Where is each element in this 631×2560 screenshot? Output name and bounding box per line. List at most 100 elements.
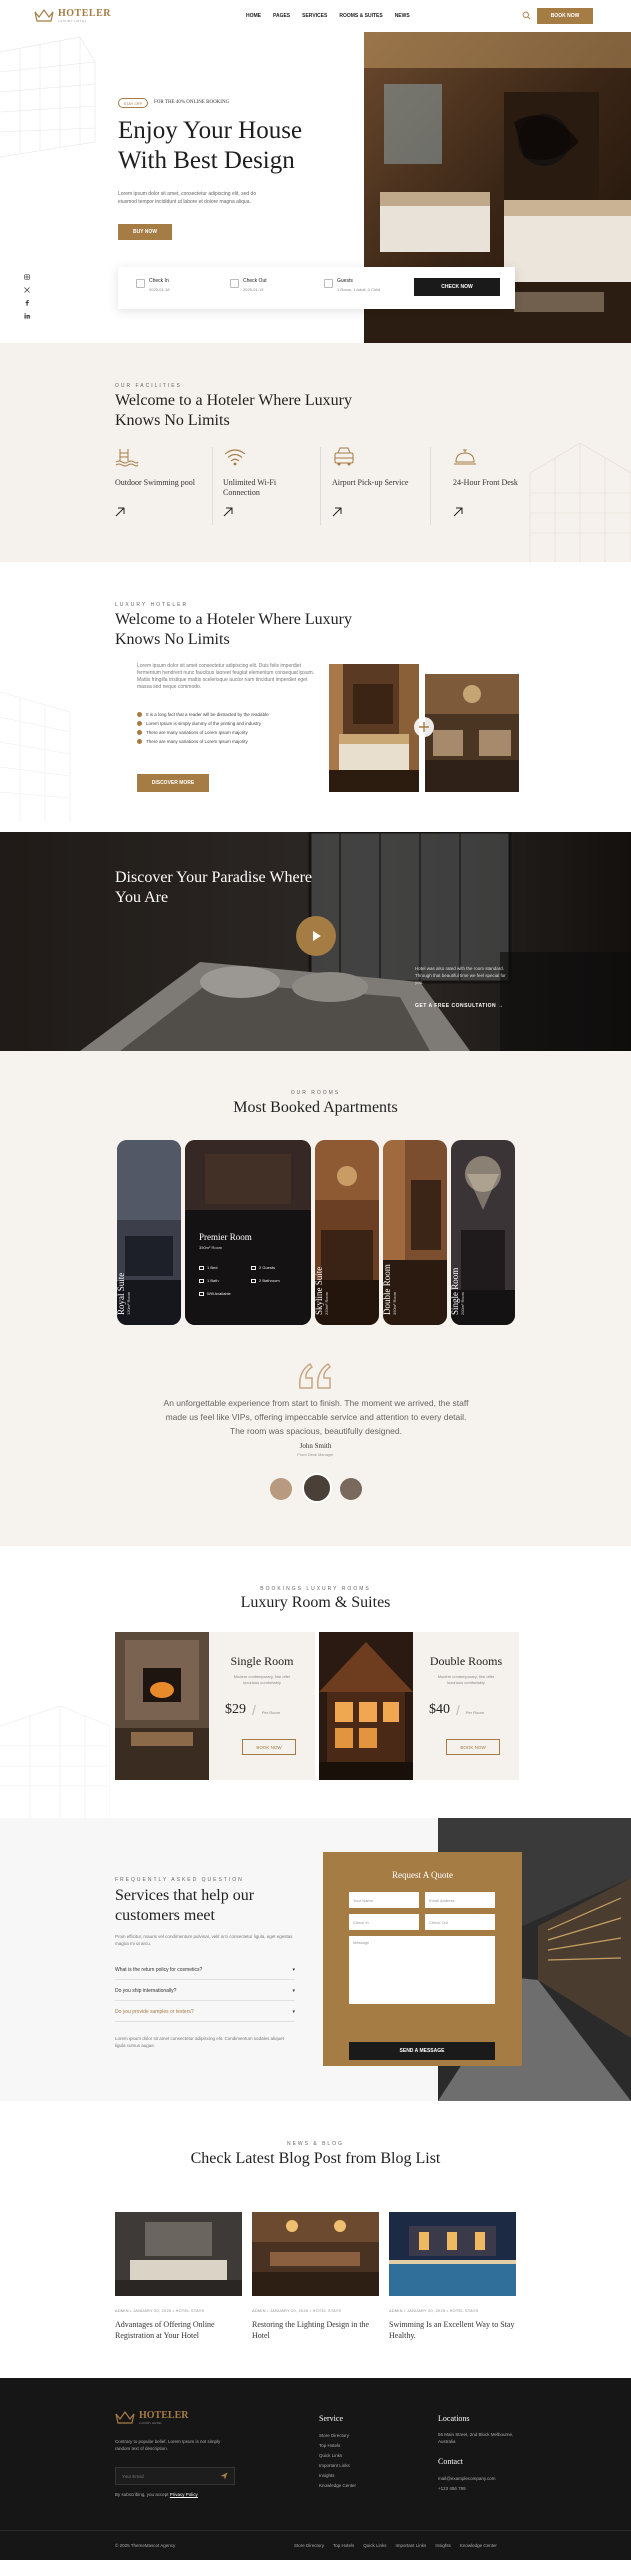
divider	[320, 447, 321, 525]
footer-bottom-link[interactable]: Important Links	[396, 2543, 427, 2548]
quote-form-title: Request A Quote	[392, 1870, 453, 1880]
nav-item-services[interactable]: SERVICES	[302, 13, 327, 19]
facility-item[interactable]: Unlimited Wi-Fi Connection	[223, 447, 327, 527]
newsletter-email-input[interactable]: Your Email	[115, 2467, 235, 2485]
facility-name: 24-Hour Front Desk	[453, 478, 518, 487]
footer-link[interactable]: Top Hotels	[319, 2441, 356, 2451]
footer-link[interactable]: Store Directory	[319, 2431, 356, 2441]
play-icon	[313, 931, 321, 941]
footer-bottom-link[interactable]: Knowledge Center	[460, 2543, 497, 2548]
play-button[interactable]	[296, 916, 336, 956]
nav-item-rooms[interactable]: ROOMS & SUITES	[339, 13, 382, 19]
avatar[interactable]	[340, 1478, 362, 1500]
hero-tagline: FOR THE 40% ONLINE BOOKING	[154, 100, 230, 105]
quote-icon	[298, 1362, 332, 1389]
post-title[interactable]: Advantages of Offering Online Registrati…	[115, 2319, 242, 2341]
wifi-icon	[224, 449, 246, 466]
blog-post-card[interactable]: ADMIN • JANUARY 20, 2025 • HOTEL STAYS R…	[252, 2212, 379, 2341]
facility-item[interactable]: Airport Pick-up Service	[332, 447, 436, 527]
linkedin-icon[interactable]	[24, 306, 30, 319]
twitter-icon[interactable]	[24, 280, 30, 293]
book-now-button[interactable]: BOOK NOW	[537, 8, 593, 24]
footer-address: 56 Main Street, 2nd Block Melbourne, Aus…	[438, 2432, 514, 2444]
name-input[interactable]: Your Name	[349, 1892, 419, 1908]
buy-now-button[interactable]: BUY NOW	[118, 224, 172, 240]
check-out-field[interactable]: Check Out 2025-01-19	[230, 278, 267, 292]
hero-description: Lorem ipsum dolor sit amet, consectetur …	[118, 191, 257, 205]
quote-form: Request A Quote Your Name Email Address …	[323, 1852, 522, 2066]
footer-bottom-link[interactable]: Top Hotels	[333, 2543, 354, 2548]
avatar-active[interactable]	[302, 1473, 332, 1503]
post-title[interactable]: Swimming Is an Excellent Way to Stay Hea…	[389, 2319, 516, 2341]
pool-resort-photo	[389, 2212, 516, 2296]
guests-field[interactable]: Guests 1 Room, 1 Adult, 0 Child	[324, 278, 380, 292]
facility-item[interactable]: Outdoor Swimming pool	[115, 447, 219, 527]
consultation-link[interactable]: GET A FREE CONSULTATION →	[415, 1003, 504, 1009]
faq-item[interactable]: What is the return policy for cosmetics?…	[115, 1960, 295, 1980]
blog-post-card[interactable]: ADMIN • JANUARY 20, 2025 • HOTEL STAYS S…	[389, 2212, 516, 2341]
logo[interactable]: HOTELER LUXURY HOTEL	[34, 8, 111, 23]
footer-bottom-link[interactable]: Quick Links	[363, 2543, 386, 2548]
check-in-field[interactable]: Check In 2025-01-18	[136, 278, 169, 292]
users-icon	[251, 1265, 256, 1270]
post-title[interactable]: Restoring the Lighting Design in the Hot…	[252, 2319, 379, 2341]
book-room-button[interactable]: BOOK NOW	[446, 1739, 500, 1755]
check-in-label: Check In	[149, 278, 169, 284]
avatar[interactable]	[270, 1478, 292, 1500]
book-room-button[interactable]: BOOK NOW	[242, 1739, 296, 1755]
logo-subtext: LUXURY HOTEL	[58, 19, 87, 23]
send-icon[interactable]	[220, 2472, 228, 2480]
footer-link[interactable]: Knowledge Center	[319, 2481, 356, 2491]
post-meta: ADMIN • JANUARY 20, 2025 • HOTEL STAYS	[389, 2309, 479, 2313]
cabin-room-photo	[319, 1632, 413, 1780]
instagram-icon[interactable]	[24, 267, 30, 280]
footer-bottom-link[interactable]: Insights	[435, 2543, 451, 2548]
apartment-card[interactable]: Double Room 350m² Room	[383, 1140, 447, 1325]
footer-bottom-link[interactable]: Store Directory	[294, 2543, 324, 2548]
arrow-up-right-icon[interactable]	[115, 507, 125, 517]
faq-section: FREQUENTLY ASKED QUESTION Services that …	[0, 1818, 631, 2101]
footer-email[interactable]: mail@examplecompany.com	[438, 2474, 518, 2484]
check-now-button[interactable]: CHECK NOW	[414, 278, 500, 296]
arrow-up-right-icon[interactable]	[332, 507, 342, 517]
message-textarea[interactable]: Message	[349, 1936, 495, 2004]
post-meta: ADMIN • JANUARY 20, 2025 • HOTEL STAYS	[252, 2309, 342, 2313]
video-description: Hotel was also rated with the room stand…	[415, 966, 506, 985]
apartment-size: 350m² Room	[392, 1291, 397, 1315]
facility-name: Outdoor Swimming pool	[115, 478, 196, 487]
send-message-button[interactable]: SEND A MESSAGE	[349, 2042, 495, 2060]
apartment-label: Royal Suite 120m² Room	[117, 1273, 131, 1315]
plus-circle-icon[interactable]	[413, 716, 435, 738]
apartment-card[interactable]: Royal Suite 120m² Room	[117, 1140, 181, 1325]
blog-post-card[interactable]: ADMIN • JANUARY 20, 2025 • HOTEL STAYS A…	[115, 2212, 242, 2341]
footer-phone[interactable]: +123 456 789	[438, 2484, 518, 2494]
email-input[interactable]: Email Address	[425, 1892, 495, 1908]
nav-item-home[interactable]: HOME	[246, 13, 261, 19]
apartment-card-featured[interactable]: Premier Room 350m² Room 1 Bed 2 Guests 1…	[185, 1140, 311, 1325]
discover-more-button[interactable]: DISCOVER MORE	[137, 774, 209, 792]
facebook-icon[interactable]	[24, 293, 30, 306]
privacy-policy-link[interactable]: Privacy Policy	[170, 2492, 198, 2497]
faq-item[interactable]: Do you ship internationally? ▾	[115, 1981, 295, 2001]
nav-item-news[interactable]: NEWS	[395, 13, 410, 19]
check-icon	[137, 730, 142, 735]
footer-link[interactable]: Quick Links	[319, 2451, 356, 2461]
footer-link[interactable]: Insights	[319, 2471, 356, 2481]
arrow-up-right-icon[interactable]	[453, 507, 463, 517]
check-out-input[interactable]: Check Out	[425, 1914, 495, 1930]
footer-logo[interactable]: HOTELER LUXURY HOTEL	[115, 2410, 188, 2425]
faq-description: Proin efficitur, mauris vel condimentum …	[115, 1934, 293, 1946]
apartment-card[interactable]: Skyline Suite 220m² Room	[315, 1140, 379, 1325]
divider	[430, 447, 431, 525]
facility-item[interactable]: 24-Hour Front Desk	[453, 447, 557, 527]
list-item: There are many variations of Lorem Ipsum…	[137, 739, 269, 744]
faq-item[interactable]: Do you provide samples or testers? ▾	[115, 2002, 295, 2022]
nav-item-pages[interactable]: PAGES	[273, 13, 290, 19]
check-in-input[interactable]: Check In	[349, 1914, 419, 1930]
search-icon[interactable]	[522, 11, 531, 20]
apartment-card[interactable]: Single Room 200m² Room	[451, 1140, 515, 1325]
check-out-value: 2025-01-19	[243, 287, 264, 292]
arrow-up-right-icon[interactable]	[223, 507, 233, 517]
about-bullet-list: It is a long fact that a reader will be …	[137, 712, 269, 744]
footer-link[interactable]: Important Links	[319, 2461, 356, 2471]
